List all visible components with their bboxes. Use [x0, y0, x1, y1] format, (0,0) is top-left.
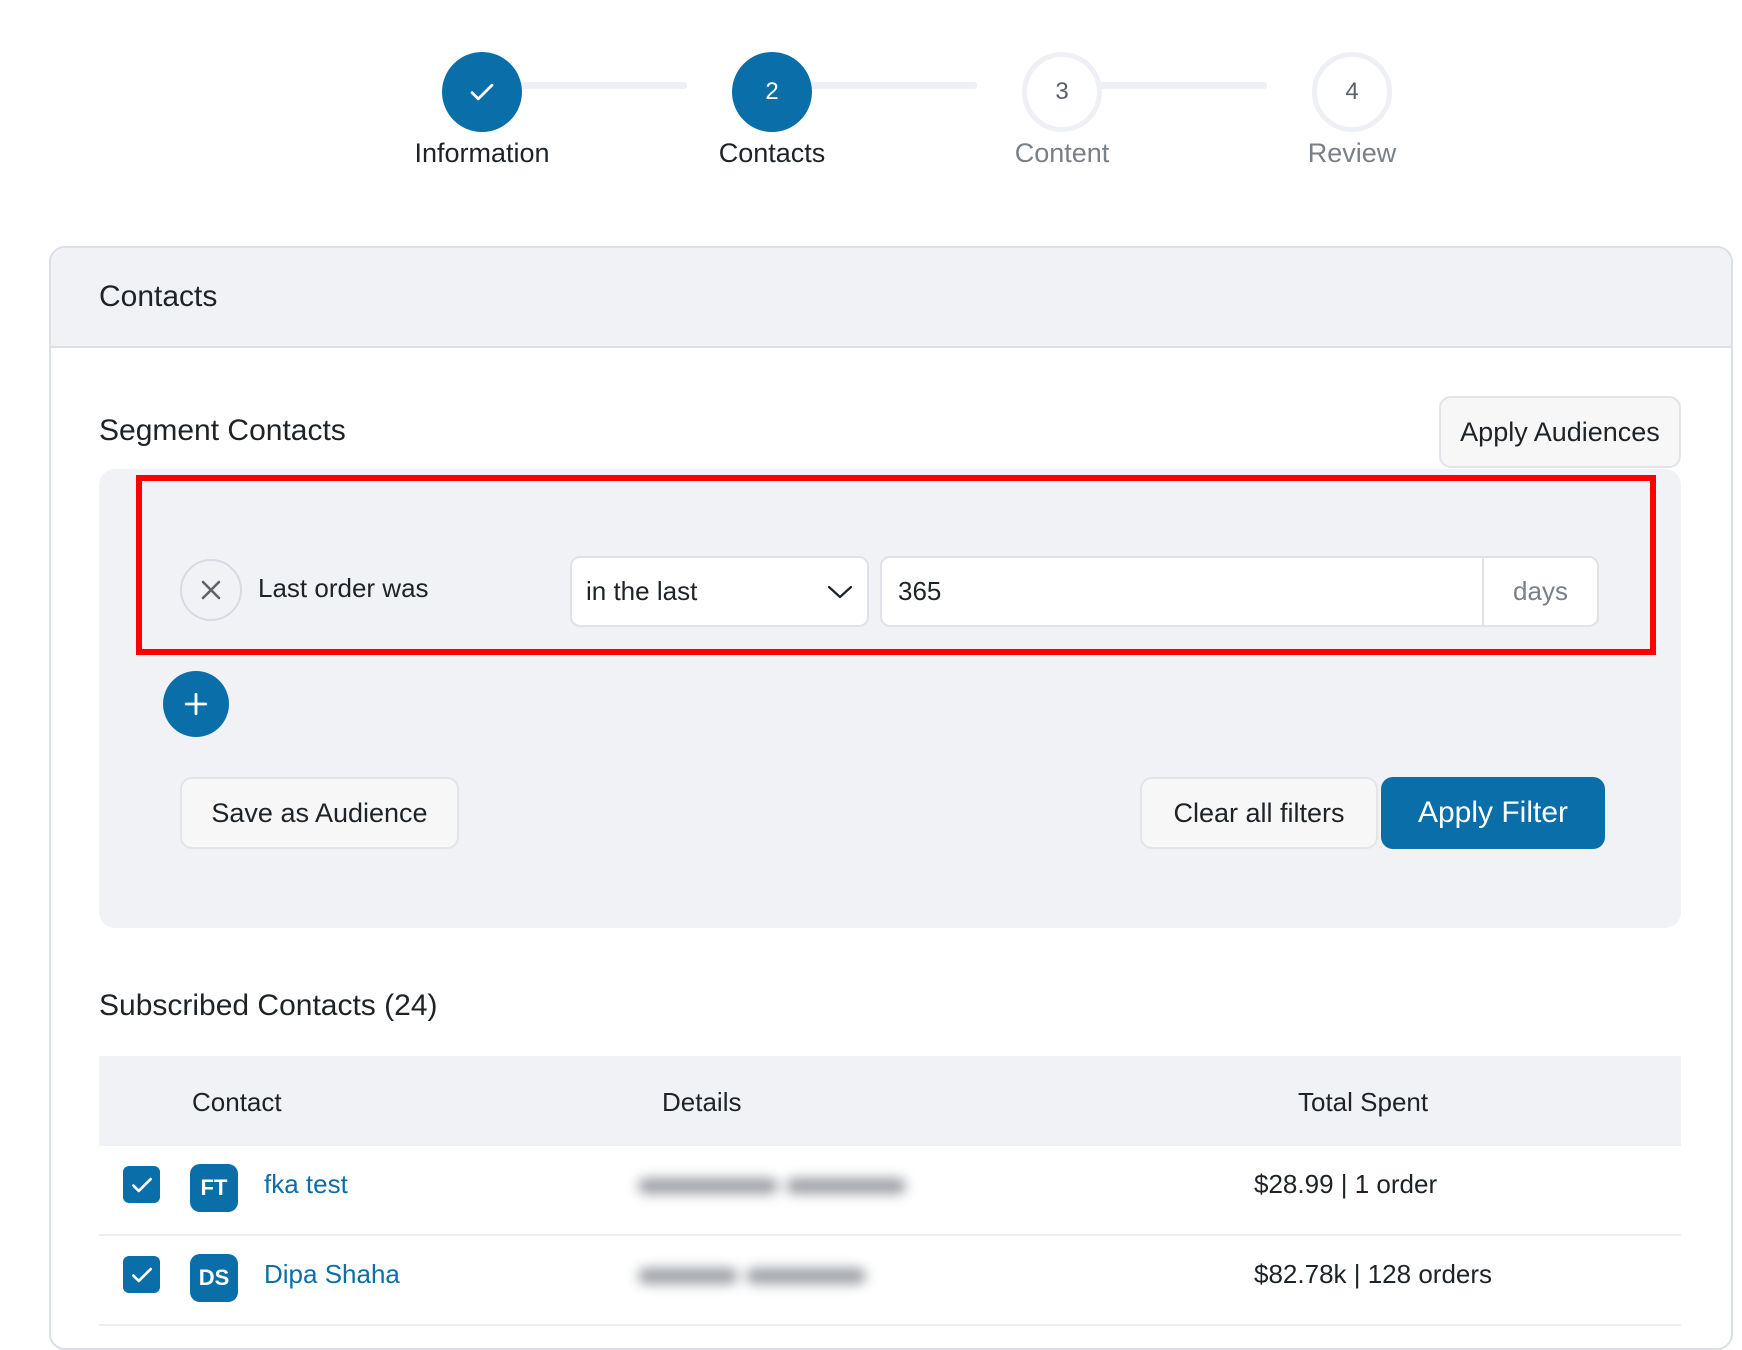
filter-condition-label: Last order was: [258, 573, 429, 603]
card-title: Contacts: [99, 280, 218, 313]
column-header-details[interactable]: Details: [662, 1087, 741, 1118]
table-header: Contact Details Total Spent: [99, 1056, 1681, 1146]
step-1-circle[interactable]: [442, 52, 522, 132]
check-icon: [470, 83, 494, 101]
close-icon: [201, 580, 221, 600]
row-checkbox[interactable]: [123, 1166, 160, 1203]
contacts-card: Contacts Segment Contacts Apply Audience…: [49, 246, 1733, 1350]
blurred-details: [638, 1166, 924, 1206]
subscribed-contacts-title: Subscribed Contacts (24): [99, 989, 438, 1022]
avatar: FT: [190, 1164, 238, 1212]
column-header-total-spent[interactable]: Total Spent: [1298, 1087, 1428, 1118]
check-icon: [131, 1267, 152, 1282]
step-4-circle[interactable]: 4: [1312, 52, 1392, 132]
step-1-label[interactable]: Information: [362, 138, 602, 169]
filter-value-input[interactable]: [880, 556, 1484, 627]
table-row[interactable]: FT fka test $28.99 | 1 order: [99, 1146, 1681, 1236]
plus-icon: [184, 692, 208, 716]
card-header: Contacts: [51, 248, 1731, 348]
contact-name-link[interactable]: Dipa Shaha: [264, 1259, 400, 1290]
filter-operator-select[interactable]: in the last: [570, 556, 869, 627]
apply-audiences-button[interactable]: Apply Audiences: [1439, 396, 1681, 468]
step-2-circle[interactable]: 2: [732, 52, 812, 132]
contact-name-link[interactable]: fka test: [264, 1169, 348, 1200]
step-4-label[interactable]: Review: [1232, 138, 1472, 169]
blurred-details: [638, 1256, 924, 1296]
apply-filter-button[interactable]: Apply Filter: [1381, 777, 1605, 849]
step-2-label[interactable]: Contacts: [652, 138, 892, 169]
remove-filter-button[interactable]: [180, 559, 242, 621]
step-3-label[interactable]: Content: [942, 138, 1182, 169]
clear-all-filters-button[interactable]: Clear all filters: [1140, 777, 1378, 849]
avatar: DS: [190, 1254, 238, 1302]
table-row[interactable]: DS Dipa Shaha $82.78k | 128 orders: [99, 1236, 1681, 1326]
total-spent-value: $82.78k | 128 orders: [1254, 1259, 1493, 1289]
filter-operator-value: in the last: [586, 576, 698, 606]
total-spent-value: $28.99 | 1 order: [1254, 1169, 1438, 1199]
stepper: Information 2 Contacts 3 Content 4 Revie…: [0, 0, 1742, 200]
segment-contacts-title: Segment Contacts: [99, 414, 346, 447]
add-filter-button[interactable]: [163, 671, 229, 737]
row-checkbox[interactable]: [123, 1256, 160, 1293]
filter-unit-addon: days: [1482, 556, 1599, 627]
save-as-audience-button[interactable]: Save as Audience: [180, 777, 459, 849]
check-icon: [131, 1177, 152, 1192]
chevron-down-icon: [827, 584, 853, 600]
step-3-circle[interactable]: 3: [1022, 52, 1102, 132]
column-header-contact[interactable]: Contact: [192, 1087, 282, 1118]
